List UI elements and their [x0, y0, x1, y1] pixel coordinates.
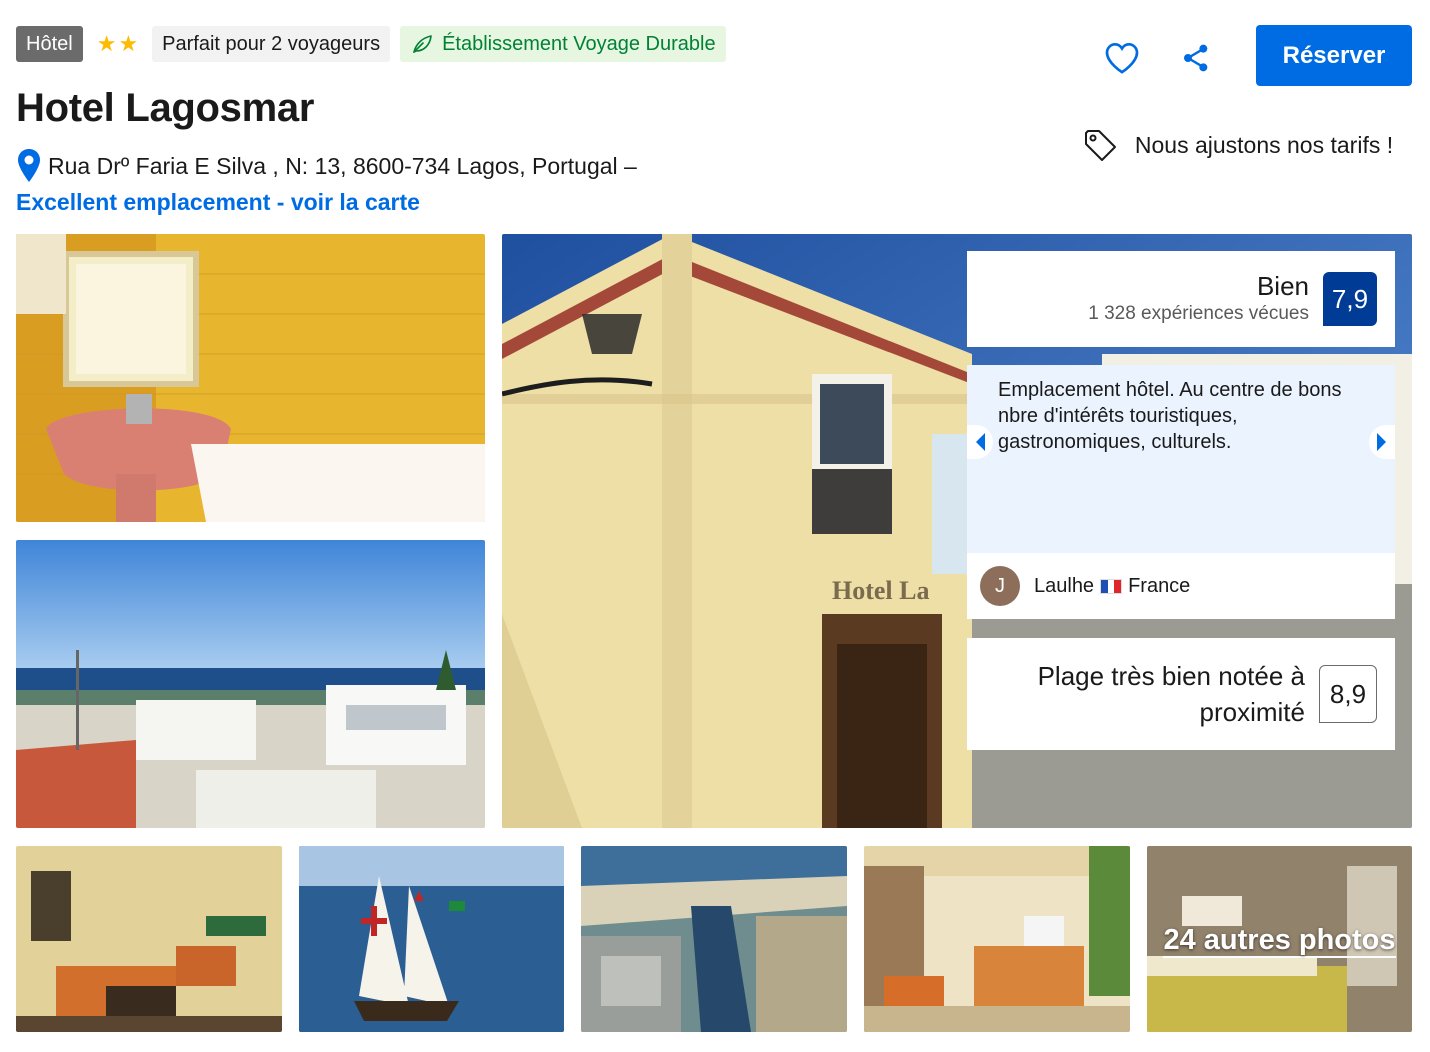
badge-row: Hôtel ★ ★ Parfait pour 2 voyageurs Établ… — [16, 26, 726, 62]
chevron-left-icon — [976, 433, 985, 451]
photo-reception[interactable] — [864, 846, 1130, 1032]
review-text: Emplacement hôtel. Au centre de bons nbr… — [998, 379, 1342, 453]
review-next-button[interactable] — [1369, 425, 1395, 459]
boat-image — [299, 846, 564, 1032]
lounge-image — [16, 846, 282, 1032]
star-icon: ★ — [96, 31, 117, 56]
chevron-right-icon — [1377, 433, 1386, 451]
reception-image — [864, 846, 1130, 1032]
reserve-button[interactable]: Réserver — [1256, 25, 1412, 86]
beach-score-text: Plage très bien notée à proximité — [1037, 661, 1305, 727]
map-pin-icon — [18, 149, 40, 182]
price-adjust-note: Nous ajustons nos tarifs ! — [1080, 110, 1410, 180]
reviewer-name: Laulhe — [1034, 574, 1095, 597]
bathroom-image — [16, 234, 485, 522]
reviewer-info: J Laulhe France — [967, 553, 1395, 619]
review-count: 1 328 expériences vécues — [1088, 303, 1309, 324]
beach-score-badge: 8,9 — [1319, 665, 1377, 723]
sustainability-label: Établissement Voyage Durable — [442, 33, 716, 55]
heart-icon — [1105, 42, 1139, 74]
leaf-icon — [413, 35, 432, 53]
review-prev-button[interactable] — [967, 425, 993, 459]
hotel-address: Rua Drº Faria E Silva , N: 13, 8600-734 … — [48, 152, 637, 179]
more-photos-link[interactable]: 24 autres photos — [1147, 924, 1412, 958]
property-type-badge: Hôtel — [16, 26, 83, 62]
show-map-link[interactable]: Excellent emplacement - voir la carte — [16, 189, 420, 216]
address-row: Rua Drº Faria E Silva , N: 13, 8600-734 … — [16, 148, 637, 184]
sustainability-badge[interactable]: Établissement Voyage Durable — [400, 26, 726, 62]
star-icon: ★ — [118, 31, 139, 56]
sea-view-image — [16, 540, 485, 828]
reviewer-line: Laulhe France — [1034, 575, 1190, 598]
price-adjust-text: Nous ajustons nos tarifs ! — [1134, 132, 1394, 158]
photo-bathroom[interactable] — [16, 234, 485, 522]
photo-caravel-boat[interactable] — [299, 846, 564, 1032]
guest-review-card: Emplacement hôtel. Au centre de bons nbr… — [967, 365, 1395, 619]
save-favorite-button[interactable] — [1100, 36, 1144, 80]
travelers-badge: Parfait pour 2 voyageurs — [152, 26, 391, 62]
photo-marina-aerial[interactable] — [581, 846, 847, 1032]
share-button[interactable] — [1174, 36, 1218, 80]
share-icon — [1184, 44, 1208, 72]
svg-text:Hotel La: Hotel La — [832, 576, 930, 605]
more-photos-label: 24 autres photos — [1163, 924, 1396, 958]
star-rating: ★ ★ — [97, 26, 138, 62]
review-score-badge: 7,9 — [1323, 272, 1377, 326]
review-score-text: Bien 1 328 expériences vécues — [1088, 271, 1309, 327]
avatar: J — [980, 566, 1020, 606]
hotel-title: Hotel Lagosmar — [16, 86, 315, 130]
marina-image — [581, 846, 847, 1032]
review-score-card[interactable]: Bien 1 328 expériences vécues 7,9 — [967, 251, 1395, 347]
review-score-word: Bien — [1256, 271, 1309, 301]
reviewer-country: France — [1128, 574, 1191, 597]
photo-bedroom[interactable]: 24 autres photos — [1147, 846, 1412, 1032]
france-flag-icon — [1100, 578, 1123, 594]
beach-score-card[interactable]: Plage très bien notée à proximité 8,9 — [967, 638, 1395, 750]
photo-sea-view[interactable] — [16, 540, 485, 828]
photo-lounge[interactable] — [16, 846, 282, 1032]
price-tag-icon — [1085, 130, 1116, 161]
